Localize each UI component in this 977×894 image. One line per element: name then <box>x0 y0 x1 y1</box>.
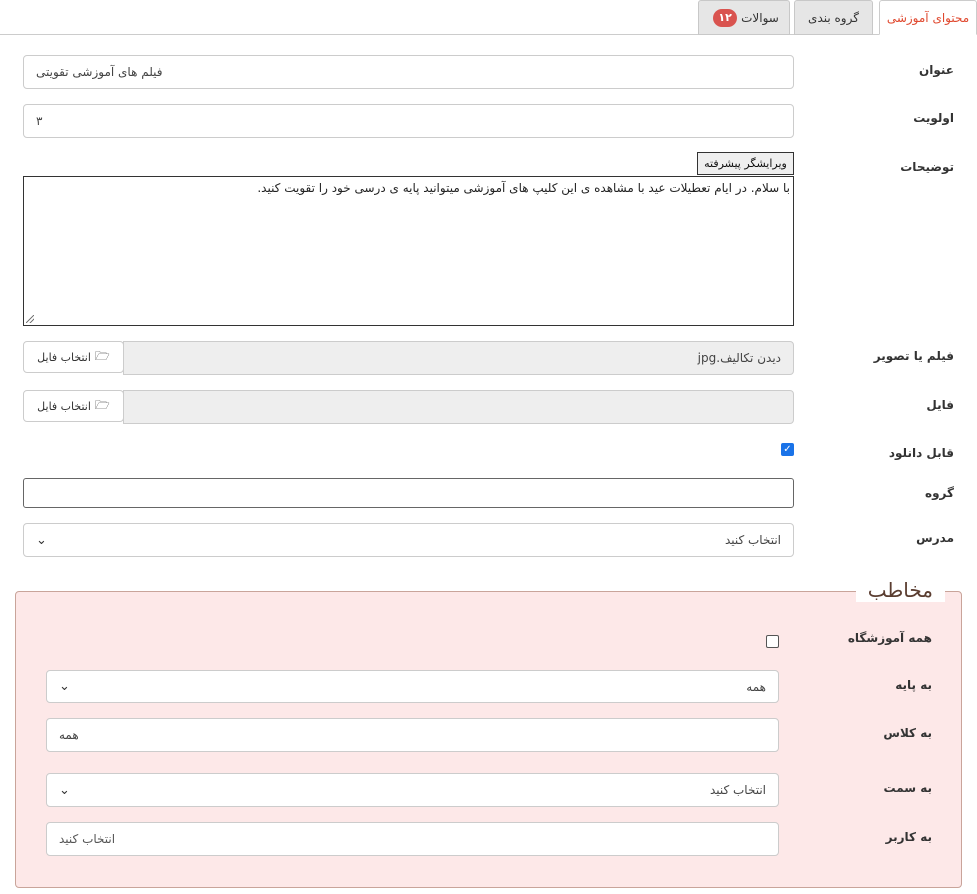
teacher-label: مدرس <box>916 531 954 545</box>
description-textarea[interactable]: با سلام. در ایام تعطیلات عید با مشاهده ی… <box>23 176 794 326</box>
tab-grouping[interactable]: گروه بندی <box>794 0 873 35</box>
position-label: به سمت <box>883 781 932 795</box>
grade-select[interactable]: همه ⌄ <box>46 670 779 703</box>
user-input[interactable]: انتخاب کنید <box>46 822 779 856</box>
class-label: به کلاس <box>883 726 932 740</box>
media-filename-field: دیدن تکالیف.jpg <box>123 341 794 375</box>
teacher-select[interactable]: انتخاب کنید ⌄ <box>23 523 794 557</box>
position-select[interactable]: انتخاب کنید ⌄ <box>46 773 779 807</box>
title-input[interactable]: فیلم های آموزشی تقویتی <box>23 55 794 89</box>
whole-school-label: همه آموزشگاه <box>847 631 932 645</box>
chevron-down-icon: ⌄ <box>59 782 70 798</box>
questions-count-badge: ۱۲ <box>713 8 738 27</box>
check-icon: ✓ <box>783 444 792 455</box>
class-input[interactable]: همه <box>46 718 779 752</box>
group-label: گروه <box>925 486 954 500</box>
title-label: عنوان <box>919 63 954 77</box>
audience-legend: مخاطب <box>855 578 945 602</box>
tab-questions[interactable]: ۱۲ سوالات <box>698 0 790 35</box>
folder-open-icon: 🗁 <box>94 397 110 412</box>
advanced-editor-button[interactable]: ویرایشگر پیشرفته <box>697 152 794 175</box>
downloadable-checkbox[interactable]: ✓ <box>781 443 794 456</box>
priority-label: اولویت <box>913 111 954 125</box>
priority-input[interactable]: ۳ <box>23 104 794 138</box>
file-filename-field <box>123 390 794 424</box>
tab-educational-content[interactable]: محتوای آموزشی <box>879 0 977 35</box>
group-input[interactable] <box>23 478 794 508</box>
folder-open-icon: 🗁 <box>94 348 110 363</box>
user-label: به کاربر <box>885 830 932 844</box>
whole-school-checkbox[interactable] <box>766 635 779 648</box>
chevron-down-icon: ⌄ <box>59 679 70 694</box>
grade-label: به پایه <box>895 678 932 692</box>
resize-handle[interactable] <box>26 315 34 323</box>
file-label: فایل <box>926 398 954 412</box>
description-label: توضیحات <box>900 160 954 174</box>
media-choose-file-button[interactable]: انتخاب فایل 🗁 <box>23 341 124 373</box>
file-choose-file-button[interactable]: انتخاب فایل 🗁 <box>23 390 124 422</box>
media-label: فیلم یا تصویر <box>873 349 954 363</box>
downloadable-label: قابل دانلود <box>888 446 954 460</box>
chevron-down-icon: ⌄ <box>36 532 47 548</box>
